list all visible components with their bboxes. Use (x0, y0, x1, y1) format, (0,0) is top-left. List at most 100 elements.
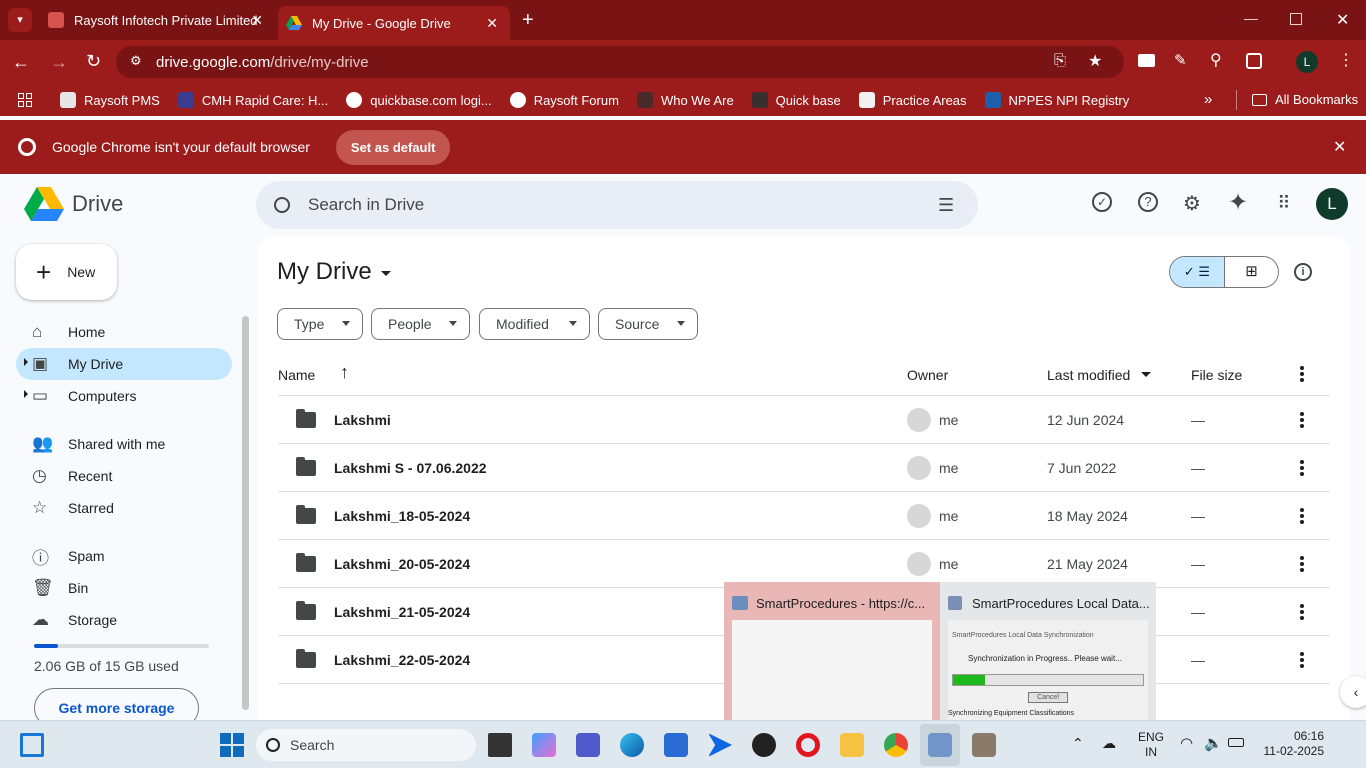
extensions-icon[interactable] (1246, 53, 1262, 69)
tab-raysoft[interactable]: Raysoft Infotech Private Limited ✕ (40, 0, 275, 40)
install-icon[interactable]: ⎘ (1054, 52, 1066, 69)
apps-icon[interactable] (18, 93, 32, 107)
sidebar-scrollbar[interactable] (242, 316, 249, 710)
wifi-icon[interactable]: ◠ (1180, 734, 1193, 752)
more-actions-icon[interactable] (1300, 652, 1304, 668)
teams-icon[interactable] (576, 733, 600, 757)
more-actions-icon[interactable] (1300, 556, 1304, 572)
all-bookmarks[interactable]: All Bookmarks (1252, 92, 1358, 107)
account-avatar[interactable]: L (1316, 188, 1348, 220)
set-as-default-button[interactable]: Set as default (335, 129, 451, 165)
more-actions-icon[interactable] (1300, 460, 1304, 476)
site-info-icon[interactable]: ⚙ (130, 53, 142, 69)
profile-avatar[interactable]: L (1296, 51, 1318, 73)
list-view-button[interactable]: ✓ ☰ (1170, 257, 1224, 287)
help-icon[interactable]: ? (1138, 192, 1158, 212)
bookmark-cmh-rapid-care[interactable]: CMH Rapid Care: H... (177, 92, 328, 108)
expand-arrow-icon[interactable] (24, 390, 28, 398)
sync-cancel-button[interactable]: Cancel (1028, 692, 1068, 703)
more-bookmarks-icon[interactable]: » (1204, 91, 1212, 108)
table-row[interactable]: Lakshmi_18-05-2024 me 18 May 2024 — (278, 492, 1330, 540)
close-icon[interactable]: ✕ (486, 15, 498, 32)
reload-icon[interactable]: ↻ (86, 51, 101, 72)
gemini-sparkle-icon[interactable]: ✦ (1226, 191, 1250, 215)
volume-icon[interactable]: 🔈 (1204, 734, 1223, 752)
close-window-button[interactable]: ✕ (1336, 10, 1349, 30)
dell-icon[interactable] (752, 733, 776, 757)
nav-my-drive[interactable]: ▣ My Drive (16, 348, 232, 380)
collapse-panel-icon[interactable]: ‹ (1340, 676, 1366, 708)
more-actions-icon[interactable] (1300, 604, 1304, 620)
filter-type[interactable]: Type (277, 308, 363, 340)
maximize-button[interactable] (1290, 13, 1302, 25)
chrome-menu-icon[interactable]: ⋮ (1338, 50, 1354, 70)
table-row[interactable]: Lakshmi me 12 Jun 2024 — (278, 396, 1330, 444)
filter-source[interactable]: Source (598, 308, 698, 340)
pen-icon[interactable]: ✎ (1174, 51, 1187, 69)
new-button[interactable]: + New (16, 244, 117, 300)
drive-logo[interactable]: Drive (24, 186, 123, 222)
close-icon[interactable]: ✕ (251, 12, 263, 29)
windows-start-icon[interactable] (220, 733, 244, 757)
chrome-icon[interactable] (884, 733, 908, 757)
column-name[interactable]: Name (278, 367, 315, 383)
more-actions-icon[interactable] (1300, 412, 1304, 428)
tab-search-button[interactable]: ▾ (8, 8, 32, 32)
new-tab-button[interactable]: + (522, 8, 534, 32)
bookmark-nppes[interactable]: NPPES NPI Registry (984, 92, 1129, 108)
tab-google-drive[interactable]: My Drive - Google Drive ✕ (278, 6, 510, 40)
opera-icon[interactable] (796, 733, 820, 757)
filter-people[interactable]: People (371, 308, 470, 340)
language-indicator[interactable]: ENG IN (1138, 730, 1164, 760)
bookmark-star-icon[interactable]: ★ (1088, 51, 1102, 71)
filter-modified[interactable]: Modified (479, 308, 590, 340)
file-explorer-icon[interactable] (840, 733, 864, 757)
nav-computers[interactable]: ▭ Computers (16, 380, 232, 412)
power-automate-icon[interactable] (708, 733, 732, 757)
extension-folder-icon[interactable] (1138, 54, 1155, 67)
nav-home[interactable]: ⌂ Home (16, 316, 232, 348)
task-view-icon[interactable] (488, 733, 512, 757)
bookmark-quick-base[interactable]: Quick base (751, 92, 841, 108)
column-last-modified[interactable]: Last modified (1047, 367, 1130, 383)
network-cloud-icon[interactable]: ☁ (1102, 735, 1116, 752)
table-row[interactable]: Lakshmi S - 07.06.2022 me 7 Jun 2022 — (278, 444, 1330, 492)
bookmark-quickbase-login[interactable]: quickbase.com logi... (346, 92, 492, 108)
taskbar-search[interactable]: Search (256, 729, 476, 761)
show-hidden-icons[interactable]: ⌃ (1072, 735, 1084, 752)
expand-arrow-icon[interactable] (24, 358, 28, 366)
page-title[interactable]: My Drive (277, 258, 391, 286)
search-icon[interactable] (274, 197, 290, 213)
widgets-icon[interactable] (20, 733, 44, 757)
drive-search[interactable]: Search in Drive ☰ (256, 181, 978, 229)
nav-storage[interactable]: ☁ Storage (16, 604, 232, 636)
edge-icon[interactable] (620, 733, 644, 757)
preview-smartprocedures-web[interactable]: SmartProcedures - https://c... (724, 582, 940, 720)
column-options-icon[interactable] (1300, 366, 1304, 382)
search-options-icon[interactable]: ☰ (938, 195, 954, 216)
app-icon[interactable] (972, 733, 996, 757)
store-icon[interactable] (664, 733, 688, 757)
grid-view-button[interactable]: ⊞ (1223, 257, 1278, 287)
bookmark-who-we-are[interactable]: Who We Are (636, 92, 734, 108)
nav-starred[interactable]: ☆ Starred (16, 492, 232, 524)
copilot-icon[interactable] (532, 733, 556, 757)
clock[interactable]: 06:16 11-02-2025 (1256, 729, 1325, 759)
offline-ready-icon[interactable]: ✓ (1092, 192, 1112, 212)
bookmark-raysoft-pms[interactable]: Raysoft PMS (60, 92, 160, 108)
table-row[interactable]: Lakshmi_20-05-2024 me 21 May 2024 — (278, 540, 1330, 588)
minimize-button[interactable]: — (1244, 10, 1258, 26)
settings-gear-icon[interactable]: ⚙ (1180, 192, 1204, 216)
preview-smartprocedures-sync[interactable]: SmartProcedures Local Data... SmartProce… (940, 582, 1156, 720)
nav-shared-with-me[interactable]: 👥 Shared with me (16, 428, 232, 460)
close-icon[interactable]: ✕ (1333, 137, 1346, 157)
forward-icon[interactable]: → (50, 52, 68, 73)
nav-bin[interactable]: 🗑 Bin (16, 572, 232, 604)
details-info-icon[interactable]: i (1294, 263, 1312, 281)
back-icon[interactable]: ← (12, 52, 30, 73)
bookmark-practice-areas[interactable]: Practice Areas (858, 92, 967, 108)
more-actions-icon[interactable] (1300, 508, 1304, 524)
address-bar[interactable]: ⚙ drive.google.com/drive/my-drive ⎘ ★ (116, 46, 1124, 78)
google-apps-icon[interactable]: ⠿ (1272, 191, 1296, 215)
zoom-icon[interactable]: ⚲ (1210, 50, 1222, 70)
